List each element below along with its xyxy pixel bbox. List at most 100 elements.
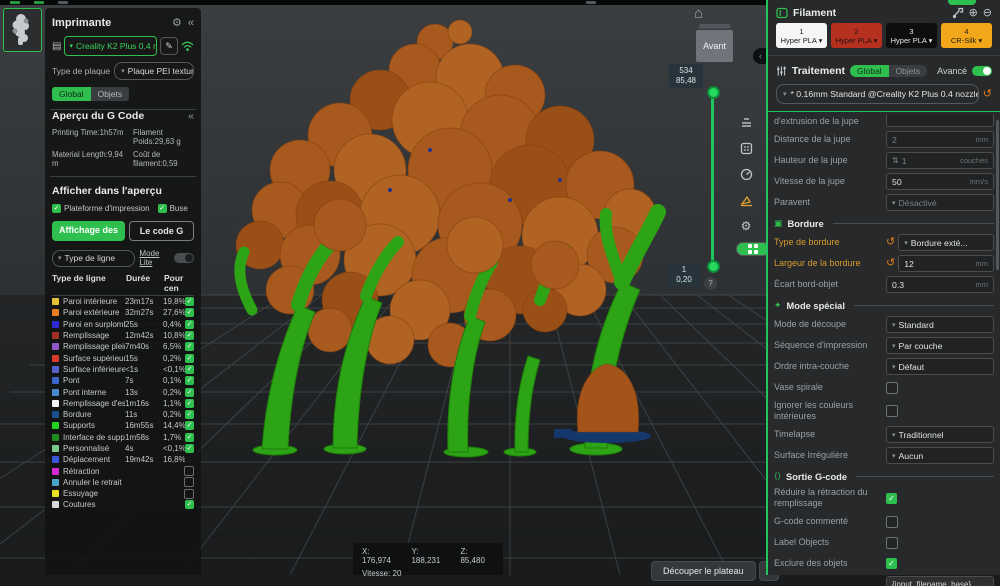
scrollbar-thumb[interactable]	[996, 120, 999, 270]
setting-select[interactable]: ▾Défaut	[886, 358, 994, 375]
display-mode-button[interactable]: Affichage des	[52, 221, 125, 241]
filament-chip[interactable]: 2Hyper PLA ▾	[831, 23, 882, 48]
setting-select[interactable]: ▾Standard	[886, 316, 994, 333]
setting-select[interactable]: ▾Par couche	[886, 337, 994, 354]
plate-type-select[interactable]: ▾ Plaque PEI textur...	[114, 62, 194, 80]
setting-input[interactable]	[886, 114, 994, 127]
plate-thumbnail[interactable]: 1	[3, 8, 42, 52]
layer-slider-top-handle[interactable]	[707, 86, 720, 99]
tab-objects[interactable]: Objets	[889, 65, 928, 77]
filament-chip[interactable]: 4CR-Silk ▾	[941, 23, 992, 48]
reset-setting-icon[interactable]: ↺	[886, 237, 895, 248]
line-visibility-checkbox[interactable]: ✓	[185, 354, 194, 363]
line-visibility-checkbox[interactable]: ✓	[185, 388, 194, 397]
setting-stepper[interactable]: ⇅1couches	[886, 152, 994, 169]
line-visibility-checkbox[interactable]: ✓	[185, 297, 194, 306]
line-visibility-checkbox[interactable]: ✓	[185, 320, 194, 329]
line-visibility-checkbox[interactable]: ✓	[185, 308, 194, 317]
table-row[interactable]: Paroi en surplomb25s0,4%✓	[52, 319, 194, 330]
slice-plate-button[interactable]: Découper le plateau	[651, 561, 756, 581]
setting-textarea[interactable]: {input_filename_base}_ {filament_type [i…	[886, 576, 994, 586]
table-row[interactable]: Personnalisé4s<0,1%✓	[52, 443, 194, 454]
setting-checkbox[interactable]	[886, 382, 898, 394]
table-row[interactable]: Supports16m55s14,4%✓	[52, 420, 194, 431]
remove-filament-icon[interactable]: ⊖	[983, 6, 992, 19]
line-visibility-checkbox[interactable]: ✓	[185, 331, 194, 340]
collapse-panel-icon[interactable]: «	[188, 17, 194, 29]
edit-printer-icon[interactable]: ✎	[160, 37, 178, 55]
table-row[interactable]: Surface inférieure<1s<0,1%✓	[52, 364, 194, 375]
process-preset-select[interactable]: ▾ * 0.16mm Standard @Creality K2 Plus 0.…	[776, 84, 979, 104]
table-row[interactable]: Rétraction	[52, 465, 194, 476]
table-row[interactable]: Coutures✓	[52, 499, 194, 510]
filament-tool-icon[interactable]	[952, 7, 964, 19]
gear-icon[interactable]: ⚙	[736, 216, 756, 236]
table-row[interactable]: Remplissage d'espace1m16s1,1%✓	[52, 398, 194, 409]
setting-checkbox[interactable]: ✓	[886, 558, 897, 569]
layer-slider-track[interactable]	[711, 92, 714, 264]
setting-checkbox[interactable]	[886, 405, 898, 417]
table-row[interactable]: Pont interne13s0,2%✓	[52, 386, 194, 397]
setting-input[interactable]: 50mm/s	[886, 173, 994, 190]
stepper-arrows-icon[interactable]: ⇅	[892, 156, 899, 165]
table-row[interactable]: Remplissage12m42s10,8%✓	[52, 330, 194, 341]
mode-lite-toggle[interactable]	[174, 253, 194, 263]
table-row[interactable]: Paroi extérieure32m27s27,6%✓	[52, 307, 194, 318]
line-visibility-checkbox[interactable]: ✓	[185, 421, 194, 430]
speed-gauge-icon[interactable]	[736, 164, 756, 184]
table-row[interactable]: Essuyage	[52, 488, 194, 499]
table-row[interactable]: Paroi intérieure23m17s19,8%✓	[52, 296, 194, 307]
setting-checkbox[interactable]	[886, 537, 898, 549]
checkbox[interactable]: ✓	[158, 204, 167, 213]
line-type-select[interactable]: ▾ Type de ligne	[52, 250, 135, 267]
line-visibility-checkbox[interactable]: ✓	[185, 410, 194, 419]
line-visibility-checkbox[interactable]: ✓	[185, 500, 194, 509]
setting-input[interactable]: 2mm	[886, 131, 994, 148]
tab-global[interactable]: Global	[52, 87, 91, 101]
setting-checkbox[interactable]: ✓	[886, 493, 897, 504]
table-row[interactable]: Remplissage plein interne7m40s6,5%✓	[52, 341, 194, 352]
checkbox[interactable]: ✓	[52, 204, 61, 213]
setting-input[interactable]: 12mm	[898, 255, 994, 272]
line-visibility-checkbox[interactable]: ✓	[185, 376, 194, 385]
setting-checkbox[interactable]	[886, 516, 898, 528]
add-filament-icon[interactable]: ⊕	[969, 6, 978, 19]
layers-view-icon[interactable]	[736, 112, 756, 132]
setting-select[interactable]: ▾Bordure exté...	[898, 234, 994, 251]
table-row[interactable]: Déplacement19m42s16,8%	[52, 454, 194, 465]
reset-setting-icon[interactable]: ↺	[886, 258, 895, 269]
help-icon[interactable]: ?	[704, 277, 717, 290]
printer-select[interactable]: ▾ Creality K2 Plus 0.4 nozzle	[64, 36, 157, 56]
filament-chip[interactable]: 1Hyper PLA ▾	[776, 23, 827, 48]
support-lamp-icon[interactable]	[736, 190, 756, 210]
line-visibility-checkbox[interactable]: ✓	[185, 365, 194, 374]
setting-select[interactable]: ▾Aucun	[886, 447, 994, 464]
table-row[interactable]: Surface supérieure15s0,2%✓	[52, 352, 194, 363]
layer-slider-bottom-handle[interactable]	[707, 260, 720, 273]
line-visibility-checkbox[interactable]	[184, 477, 194, 487]
setting-select[interactable]: ▾Traditionnel	[886, 426, 994, 443]
line-visibility-checkbox[interactable]	[184, 489, 194, 499]
object-list-icon-selected[interactable]	[736, 242, 770, 256]
nav-cube[interactable]: Avant	[696, 30, 733, 62]
collapse-section-icon[interactable]: «	[188, 110, 194, 122]
wifi-icon[interactable]	[181, 41, 194, 52]
line-visibility-checkbox[interactable]	[184, 466, 194, 476]
plate-grid-icon[interactable]	[736, 138, 756, 158]
nav-cube-top-face[interactable]	[698, 24, 731, 29]
line-visibility-checkbox[interactable]: ✓	[185, 444, 194, 453]
setting-input[interactable]: 0.3mm	[886, 276, 994, 293]
reset-preset-icon[interactable]: ↺	[983, 89, 992, 100]
setting-select[interactable]: ▾Désactivé	[886, 194, 994, 211]
filament-chip[interactable]: 3Hyper PLA ▾	[886, 23, 937, 48]
printer-settings-gear-icon[interactable]: ⚙	[172, 16, 182, 29]
tab-global[interactable]: Global	[850, 65, 889, 77]
table-row[interactable]: Interface de support1m58s1,7%✓	[52, 432, 194, 443]
tab-objects[interactable]: Objets	[91, 87, 130, 101]
table-row[interactable]: Annuler le retrait	[52, 477, 194, 488]
gcode-view-button[interactable]: Le code G	[129, 221, 194, 241]
table-row[interactable]: Bordure11s0,2%✓	[52, 409, 194, 420]
line-visibility-checkbox[interactable]: ✓	[185, 433, 194, 442]
table-row[interactable]: Pont7s0,1%✓	[52, 375, 194, 386]
line-visibility-checkbox[interactable]: ✓	[185, 399, 194, 408]
